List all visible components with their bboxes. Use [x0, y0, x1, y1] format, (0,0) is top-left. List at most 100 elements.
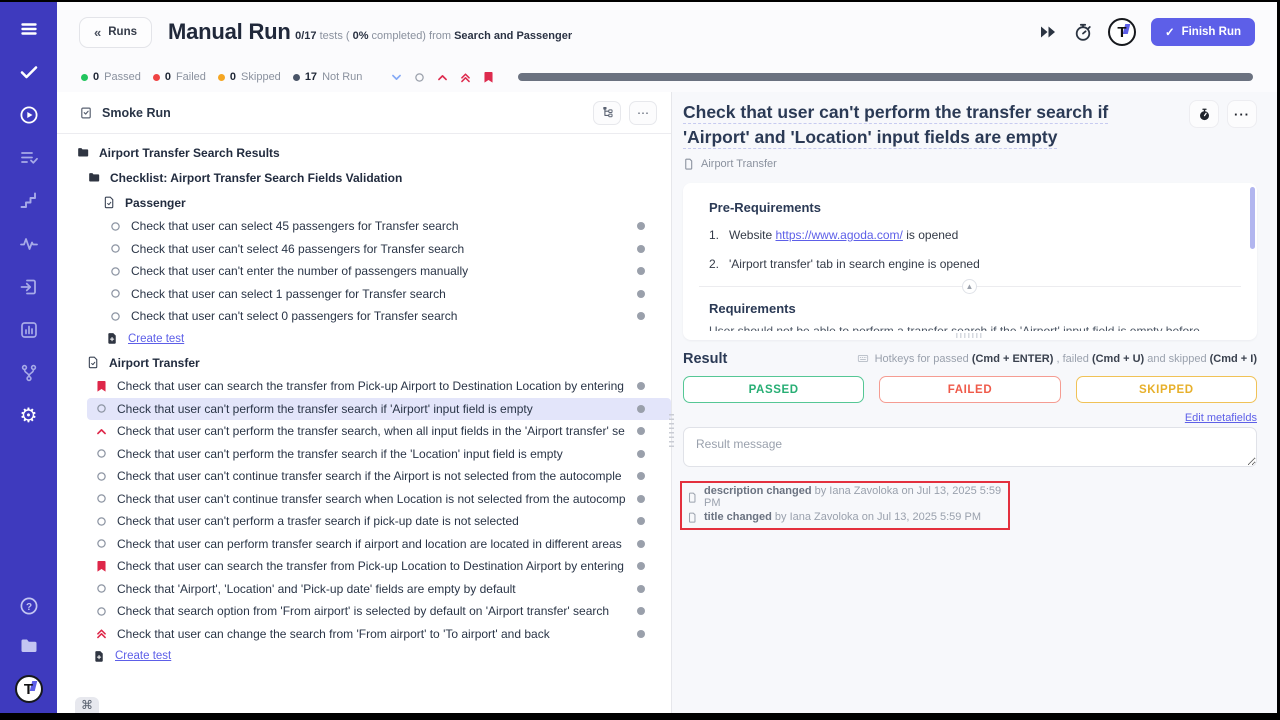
- test-row[interactable]: Check that user can't enter the number o…: [57, 260, 671, 283]
- test-row[interactable]: Check that user can't select 0 passenger…: [57, 305, 671, 328]
- card-resize-grip[interactable]: [956, 333, 984, 338]
- skipped-button[interactable]: SKIPPED: [1076, 376, 1257, 403]
- test-details-panel: Check that user can't perform the transf…: [672, 92, 1277, 713]
- folder-row[interactable]: Airport Transfer Search Results: [57, 140, 671, 165]
- folder-row[interactable]: Checklist: Airport Transfer Search Field…: [57, 165, 671, 190]
- doc-row[interactable]: Airport Transfer: [57, 350, 671, 375]
- finish-run-label: Finish Run: [1182, 26, 1241, 38]
- panel-resize-handle[interactable]: [669, 414, 674, 448]
- chart-icon[interactable]: [18, 319, 40, 341]
- fast-forward-icon[interactable]: [1038, 22, 1058, 42]
- test-row[interactable]: Check that user can't continue transfer …: [57, 465, 671, 488]
- doc-row[interactable]: Passenger: [57, 190, 671, 215]
- circle-icon: [109, 287, 124, 300]
- play-circle-icon[interactable]: [18, 104, 40, 126]
- create-test-link[interactable]: Create test: [57, 645, 671, 668]
- avatar[interactable]: T: [1108, 18, 1136, 46]
- test-row[interactable]: Check that 'Airport', 'Location' and 'Pi…: [57, 578, 671, 601]
- stopwatch-icon[interactable]: [1073, 22, 1093, 42]
- divider-knob[interactable]: ▲: [962, 279, 977, 294]
- test-row[interactable]: Check that user can search the transfer …: [57, 555, 671, 578]
- circle-icon: [95, 537, 110, 550]
- create-test-link[interactable]: Create test: [57, 328, 671, 351]
- not-run-status-dot: [637, 495, 645, 503]
- back-chevron-icon: «: [94, 25, 101, 40]
- not-run-status-dot: [637, 222, 645, 230]
- node-label: Checklist: Airport Transfer Search Field…: [110, 171, 645, 185]
- flag-icon[interactable]: [481, 70, 495, 84]
- flag-icon: [95, 380, 110, 393]
- test-row[interactable]: Check that search option from 'From airp…: [57, 600, 671, 623]
- check-icon[interactable]: [18, 61, 40, 83]
- test-label: Check that user can't select 0 passenger…: [131, 309, 627, 323]
- test-label: Check that 'Airport', 'Location' and 'Pi…: [117, 582, 627, 596]
- chevron-down-icon[interactable]: [389, 70, 403, 84]
- circle-icon[interactable]: [412, 70, 426, 84]
- tree-more-button[interactable]: ⋯: [629, 101, 657, 125]
- result-message-input[interactable]: [683, 427, 1257, 467]
- prereq-link[interactable]: https://www.agoda.com/: [775, 228, 902, 242]
- test-row[interactable]: Check that user can select 1 passenger f…: [57, 283, 671, 306]
- circle-icon: [95, 515, 110, 528]
- test-row[interactable]: Check that user can't perform a trasfer …: [57, 510, 671, 533]
- document-icon: [683, 158, 695, 170]
- flag-icon: [95, 560, 110, 573]
- run-title: Smoke Run: [102, 106, 171, 120]
- not-run-status-dot: [637, 585, 645, 593]
- help-icon[interactable]: ?: [18, 595, 40, 617]
- test-row[interactable]: Check that user can change the search fr…: [57, 623, 671, 646]
- section-divider: ▲: [699, 286, 1241, 287]
- caret-up-icon[interactable]: [435, 70, 449, 84]
- gear-icon[interactable]: ⚙: [18, 405, 40, 427]
- list-check-icon[interactable]: [18, 147, 40, 169]
- test-row[interactable]: Check that user can select 45 passengers…: [57, 215, 671, 238]
- test-label: Check that user can change the search fr…: [117, 627, 627, 641]
- test-row[interactable]: Check that user can't select 46 passenge…: [57, 238, 671, 261]
- sidebar-avatar[interactable]: T: [15, 675, 43, 703]
- test-row[interactable]: Check that user can't continue transfer …: [57, 488, 671, 511]
- prereq-item: 2.'Airport transfer' tab in search engin…: [709, 257, 1231, 271]
- tree-view-button[interactable]: [593, 101, 621, 125]
- page-title: Manual Run: [168, 19, 291, 44]
- not-run-status-dot: [637, 427, 645, 435]
- app-window: ⚙ ?T « Runs Manual Run 0/17 tests ( 0% c…: [0, 2, 1277, 713]
- test-label: Check that user can search the transfer …: [117, 559, 627, 573]
- run-checklist-icon: [79, 106, 93, 120]
- test-label: Check that user can't perform the transf…: [117, 447, 627, 461]
- more-actions-button[interactable]: ···: [1227, 100, 1257, 128]
- runs-back-button[interactable]: « Runs: [79, 17, 152, 48]
- not-run-status-dot: [637, 267, 645, 275]
- circle-icon: [109, 265, 124, 278]
- card-scrollbar[interactable]: [1250, 187, 1255, 249]
- failed-button[interactable]: FAILED: [879, 376, 1060, 403]
- circle-icon: [109, 220, 124, 233]
- requirements-heading: Requirements: [709, 301, 1231, 316]
- test-title[interactable]: Check that user can't perform the transf…: [683, 100, 1179, 150]
- test-row[interactable]: Check that user can't perform the transf…: [57, 443, 671, 466]
- test-row[interactable]: Check that user can't perform the transf…: [87, 398, 671, 421]
- test-label: Check that user can't continue transfer …: [117, 492, 627, 506]
- doc-plus-icon: [106, 332, 121, 345]
- folder-light-icon[interactable]: [18, 635, 40, 657]
- double-caret-up-icon[interactable]: [458, 70, 472, 84]
- finish-run-button[interactable]: ✓ Finish Run: [1151, 18, 1255, 46]
- fork-icon[interactable]: [18, 362, 40, 384]
- test-row[interactable]: Check that user can't perform the transf…: [57, 420, 671, 443]
- test-label: Check that user can select 1 passenger f…: [131, 287, 627, 301]
- not-run-status-dot: [637, 312, 645, 320]
- pulse-icon[interactable]: [18, 233, 40, 255]
- passed-button[interactable]: PASSED: [683, 376, 864, 403]
- run-counters: 0Passed0Failed0Skipped17Not Run: [81, 71, 368, 83]
- sidebar-bottom: ?T: [15, 595, 43, 703]
- menu-icon[interactable]: [18, 18, 40, 40]
- import-icon[interactable]: [18, 276, 40, 298]
- steps-icon[interactable]: [18, 190, 40, 212]
- check-icon: ✓: [1165, 25, 1175, 39]
- counter-failed: 0Failed: [153, 71, 206, 83]
- edit-metafields-link[interactable]: Edit metafields: [1185, 412, 1257, 424]
- severity-filters: [389, 70, 495, 84]
- test-row[interactable]: Check that user can perform transfer sea…: [57, 533, 671, 556]
- command-key-badge[interactable]: ⌘: [75, 697, 99, 713]
- timer-button[interactable]: [1189, 100, 1219, 128]
- test-row[interactable]: Check that user can search the transfer …: [57, 375, 671, 398]
